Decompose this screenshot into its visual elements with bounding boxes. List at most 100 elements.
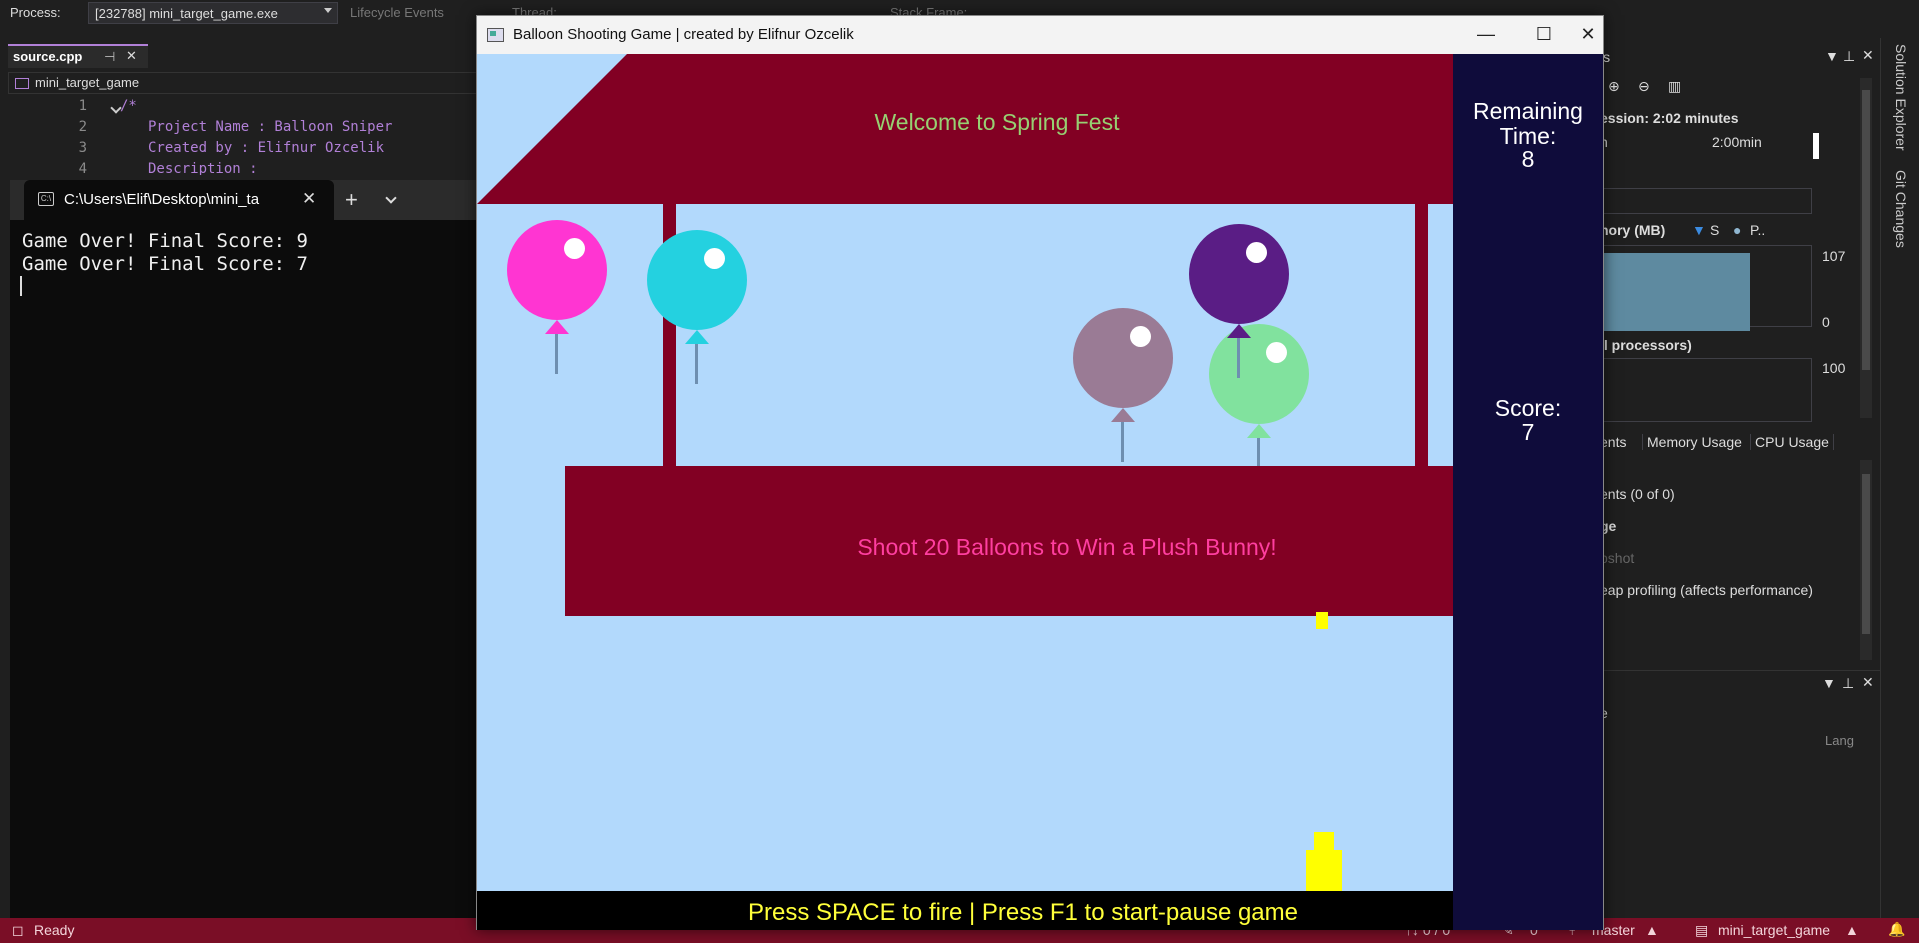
cpu-graph — [1600, 358, 1812, 422]
shooter-nozzle — [1314, 832, 1334, 852]
lifecycle-events-dropdown[interactable]: Lifecycle Events — [350, 5, 444, 20]
code-line: 2 Project Name : Balloon Sniper — [8, 119, 478, 140]
terminal-tabbar: C:\ C:\Users\Elif\Desktop\mini_ta ✕ + — [10, 180, 480, 220]
balloon-highlight — [704, 248, 725, 269]
balloon-highlight — [1246, 242, 1267, 263]
close-icon[interactable]: ✕ — [126, 48, 137, 64]
instructions-text: Press SPACE to fire | Press F1 to start-… — [748, 899, 1298, 926]
score-label: Score: — [1494, 395, 1562, 421]
score-panel: Remaining Time: 8 Score: 7 — [1453, 54, 1603, 930]
tab-source-cpp[interactable]: source.cpp ⊣ ✕ — [8, 44, 148, 68]
bullet — [1316, 612, 1328, 629]
balloon-knot — [685, 330, 709, 344]
terminal-output-line: Game Over! Final Score: 7 — [22, 253, 308, 275]
tab-label: source.cpp — [13, 49, 83, 64]
repo-name[interactable]: mini_target_game — [1718, 922, 1830, 938]
terminal-window[interactable]: C:\ C:\Users\Elif\Desktop\mini_ta ✕ + Ga… — [10, 180, 480, 930]
chevron-up-icon: ▲ — [1845, 922, 1859, 938]
close-icon[interactable]: ✕ — [302, 189, 316, 209]
new-tab-icon[interactable]: + — [345, 187, 358, 213]
status-ready: Ready — [34, 922, 75, 938]
legend-snapshot: S — [1710, 222, 1720, 238]
close-icon[interactable]: ✕ — [1862, 674, 1874, 691]
code-text: Project Name : Balloon Sniper — [148, 119, 393, 135]
game-titlebar[interactable]: Balloon Shooting Game | created by Elifn… — [477, 16, 1603, 54]
take-snapshot-button[interactable]: pshot — [1600, 550, 1634, 566]
process-select[interactable]: [232788] mini_target_game.exe — [88, 2, 338, 24]
pin-icon[interactable]: ⊥ — [1842, 675, 1854, 692]
code-text: Description : — [148, 161, 258, 175]
balloon-mauve — [1073, 308, 1173, 408]
project-icon — [15, 78, 29, 89]
balloon-string — [1237, 338, 1240, 378]
close-button[interactable]: ✕ — [1573, 16, 1603, 54]
tab-solution-explorer[interactable]: Solution Explorer — [1893, 44, 1909, 151]
status-icon: ◻ — [12, 922, 24, 938]
balloon-highlight — [1266, 342, 1287, 363]
awning-corner — [477, 54, 627, 204]
diagnostic-tools-panel: ls ▼ ⊥ ✕ ⊕ ⊖ ▥ ession: 2:02 minutes n 2:… — [1600, 42, 1880, 670]
tab-git-changes[interactable]: Git Changes — [1893, 170, 1909, 248]
line-number: 3 — [78, 140, 87, 156]
balloon-knot — [1227, 324, 1251, 338]
balloon-highlight — [1130, 326, 1151, 347]
output-panel: ▼ ⊥ ✕ e Lang — [1600, 670, 1880, 918]
close-icon[interactable]: ✕ — [1862, 47, 1874, 64]
code-editor[interactable]: 1 /* 2 Project Name : Balloon Sniper 3 C… — [8, 96, 478, 176]
banner-text: Shoot 20 Balloons to Win a Plush Bunny! — [857, 534, 1277, 560]
scrollbar[interactable] — [1860, 460, 1872, 660]
balloon-string — [695, 344, 698, 384]
line-number: 1 — [78, 98, 87, 114]
process-select-value: [232788] mini_target_game.exe — [95, 6, 278, 21]
tab-cpu-usage[interactable]: CPU Usage — [1750, 434, 1834, 450]
terminal-tab[interactable]: C:\ C:\Users\Elif\Desktop\mini_ta ✕ — [24, 180, 334, 220]
timeline-tick: 2:00min — [1712, 134, 1762, 150]
chevron-down-icon — [324, 8, 332, 13]
notification-bell-icon[interactable]: 🔔 — [1888, 921, 1905, 938]
memory-usage-area — [1600, 253, 1750, 331]
private-bytes-legend-icon: ● — [1733, 222, 1742, 238]
balloon-pink — [507, 220, 607, 320]
remaining-time-value: 8 — [1521, 146, 1535, 172]
minimize-button[interactable]: — — [1457, 16, 1515, 54]
maximize-button[interactable]: ☐ — [1515, 16, 1573, 54]
chevron-up-icon: ▲ — [1645, 922, 1659, 938]
balloon-string — [555, 334, 558, 374]
cpu-max: 100 — [1822, 360, 1846, 376]
text-cursor — [20, 276, 22, 296]
pin-icon[interactable]: ⊣ — [104, 49, 115, 65]
legend-private-bytes: P.. — [1750, 222, 1766, 238]
game-window[interactable]: Balloon Shooting Game | created by Elifn… — [476, 15, 1604, 930]
welcome-text: Welcome to Spring Fest — [874, 109, 1120, 135]
balloon-string — [1121, 422, 1124, 462]
code-line: 4 Description : — [8, 161, 478, 175]
scrollbar[interactable] — [1860, 78, 1872, 418]
pin-icon[interactable]: ⊥ — [1843, 48, 1855, 65]
chart-icon[interactable]: ▥ — [1668, 78, 1681, 95]
heap-profiling-checkbox-label[interactable]: eap profiling (affects performance) — [1600, 582, 1813, 598]
navigation-bar-scope[interactable]: mini_target_game — [8, 72, 478, 94]
terminal-output-line: Game Over! Final Score: 9 — [22, 230, 308, 252]
code-text: /* — [120, 98, 137, 114]
code-line: 1 /* — [8, 98, 478, 119]
game-window-title: Balloon Shooting Game | created by Elifn… — [513, 26, 854, 43]
balloon-knot — [545, 320, 569, 334]
snapshot-legend-icon: ▼ — [1692, 222, 1706, 238]
code-text: Created by : Elifnur Ozcelik — [148, 140, 385, 156]
zoom-in-icon[interactable]: ⊕ — [1608, 78, 1620, 95]
balloon-purple — [1189, 224, 1289, 324]
tab-memory-usage[interactable]: Memory Usage — [1642, 434, 1746, 450]
side-tab-strip: Solution Explorer Git Changes — [1880, 38, 1919, 918]
zoom-out-icon[interactable]: ⊖ — [1638, 78, 1650, 95]
language-column: Lang — [1825, 733, 1854, 748]
scope-label: mini_target_game — [35, 75, 140, 90]
dropdown-icon[interactable]: ▼ — [1825, 48, 1839, 64]
balloon-knot — [1247, 424, 1271, 438]
game-canvas[interactable]: Welcome to Spring Fest Shoot 20 Balloons… — [477, 54, 1603, 930]
chevron-down-icon[interactable] — [385, 192, 397, 204]
process-label: Process: — [10, 5, 61, 20]
session-duration: ession: 2:02 minutes — [1600, 110, 1739, 126]
cpu-chart-label: ll processors) — [1600, 337, 1692, 353]
remaining-time-label: Remaining — [1473, 98, 1583, 124]
dropdown-icon[interactable]: ▼ — [1822, 675, 1836, 691]
